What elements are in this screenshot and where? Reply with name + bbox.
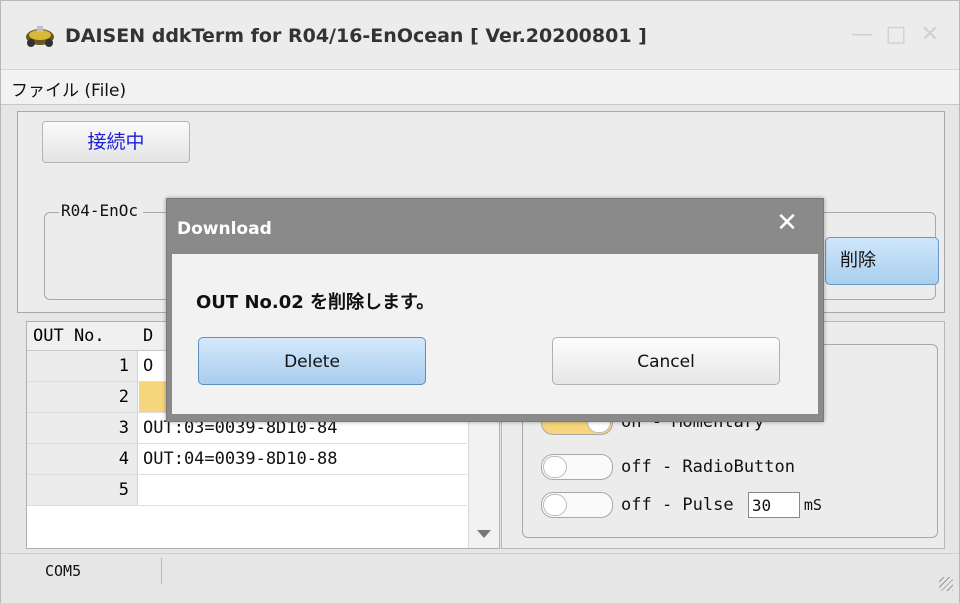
- pulse-label: off - Pulse: [621, 495, 734, 515]
- app-window: DAISEN ddkTerm for R04/16-EnOcean [ Ver.…: [0, 0, 960, 603]
- status-port: COM5: [45, 562, 82, 580]
- option-pulse[interactable]: off - Pulse 30 mS: [541, 490, 822, 520]
- menu-bar: ファイル (File): [1, 69, 959, 105]
- dialog-close-icon[interactable]: ✕: [773, 209, 801, 237]
- row-number: 2: [118, 387, 129, 407]
- title-bar[interactable]: DAISEN ddkTerm for R04/16-EnOcean [ Ver.…: [1, 1, 959, 69]
- cancel-button[interactable]: Cancel: [552, 337, 780, 385]
- delete-button-background[interactable]: 削除: [825, 237, 939, 285]
- pulse-toggle[interactable]: [541, 492, 613, 518]
- row-value: [139, 475, 471, 505]
- list-row-5[interactable]: 5: [27, 475, 467, 506]
- dialog-title: Download: [177, 219, 272, 239]
- dialog-message: OUT No.02 を削除します。: [196, 292, 435, 313]
- connect-button[interactable]: 接続中: [42, 121, 190, 163]
- row-number: 4: [118, 449, 129, 469]
- download-dialog: Download ✕ OUT No.02 を削除します。 Delete Canc…: [166, 198, 824, 422]
- minimize-icon[interactable]: —: [849, 23, 875, 47]
- radiobutton-toggle[interactable]: [541, 454, 613, 480]
- maximize-icon[interactable]: □: [883, 23, 909, 47]
- window-title: DAISEN ddkTerm for R04/16-EnOcean [ Ver.…: [65, 25, 647, 47]
- list-row-4[interactable]: 4 OUT:04=0039-8D10-88: [27, 444, 467, 475]
- radiobutton-label: off - RadioButton: [621, 457, 795, 477]
- device-group-label: R04-EnOc: [59, 201, 143, 220]
- rover-icon: [26, 26, 54, 47]
- option-radiobutton[interactable]: off - RadioButton: [541, 452, 795, 482]
- row-value: OUT:04=0039-8D10-88: [143, 449, 338, 469]
- row-number: 1: [118, 356, 129, 376]
- column-header-out-no[interactable]: OUT No.: [33, 322, 105, 350]
- status-divider: [161, 558, 162, 584]
- scroll-down-icon[interactable]: [477, 530, 491, 538]
- pulse-duration-input[interactable]: 30: [747, 492, 800, 518]
- row-number: 5: [118, 480, 129, 500]
- dialog-body: OUT No.02 を削除します。 Delete Cancel: [172, 254, 818, 414]
- resize-grip-icon[interactable]: [939, 577, 953, 591]
- row-number: 3: [118, 418, 129, 438]
- column-header-d[interactable]: D: [143, 322, 153, 350]
- close-icon[interactable]: ✕: [917, 23, 943, 47]
- delete-button[interactable]: Delete: [198, 337, 426, 385]
- menu-file[interactable]: ファイル (File): [11, 76, 126, 101]
- pulse-unit: mS: [803, 496, 822, 514]
- status-bar: COM5: [1, 553, 959, 603]
